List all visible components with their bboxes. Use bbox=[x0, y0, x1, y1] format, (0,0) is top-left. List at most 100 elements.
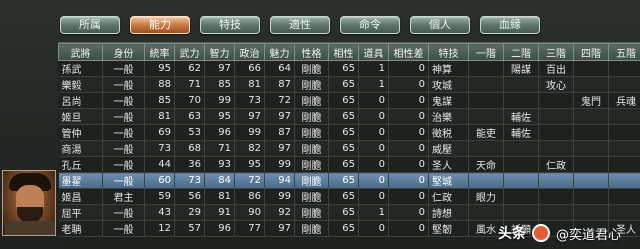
table-row[interactable]: 呂尚一般8570997372剛膽6500鬼謀鬼門兵魂2 bbox=[58, 92, 640, 109]
col-header-skill[interactable]: 特技 bbox=[428, 43, 469, 61]
cell-level3 bbox=[538, 124, 574, 141]
col-header-trait[interactable]: 性格 bbox=[294, 43, 329, 61]
cell-rank: 一般 bbox=[102, 60, 145, 77]
cell-rank: 一般 bbox=[102, 204, 145, 221]
cell-level5 bbox=[608, 188, 640, 205]
table-row[interactable]: 姬旦一般8163959797剛膽6500治樂輔佐5 bbox=[58, 108, 640, 125]
cell-item: 1 bbox=[358, 76, 389, 93]
table-row[interactable]: 姬昌 君主 59 56 81 86 99 剛膽 65 0 0 仁政 眼力 bbox=[58, 188, 640, 205]
table-row[interactable]: 商湯一般7368718297剛膽6500威壓3 bbox=[58, 140, 640, 157]
tab-affiliation[interactable]: 所属 bbox=[60, 16, 120, 34]
cell-charisma: 94 bbox=[264, 172, 295, 189]
cell-charisma: 97 bbox=[264, 220, 295, 237]
cell-level4: 鬼門 bbox=[573, 92, 609, 109]
cell-level4 bbox=[573, 60, 609, 77]
cell-politics: 72 bbox=[234, 172, 265, 189]
cell-level5: 兵魂 bbox=[608, 92, 640, 109]
cell-level3 bbox=[538, 92, 574, 109]
tab-special-skill[interactable]: 特技 bbox=[200, 16, 260, 34]
cell-item: 1 bbox=[358, 60, 389, 77]
watermark-logo-icon bbox=[532, 224, 550, 242]
cell-affinity: 65 bbox=[328, 60, 359, 77]
cell-level2 bbox=[503, 204, 539, 221]
col-header-affinity[interactable]: 相性 bbox=[328, 43, 359, 61]
col-header-intelligence[interactable]: 智力 bbox=[204, 43, 235, 61]
col-header-level4[interactable]: 四階 bbox=[573, 43, 609, 61]
cell-trait: 剛膽 bbox=[294, 92, 329, 109]
cell-level3 bbox=[538, 188, 574, 205]
cell-leadership: 60 bbox=[144, 172, 175, 189]
col-header-item[interactable]: 道具 bbox=[358, 43, 389, 61]
cell-skill: 威壓 bbox=[428, 140, 469, 157]
tab-command[interactable]: 命令 bbox=[340, 16, 400, 34]
cell-level3: 仁政 bbox=[538, 156, 574, 173]
cell-trait: 剛膽 bbox=[294, 188, 329, 205]
col-header-war[interactable]: 武力 bbox=[174, 43, 205, 61]
cell-intelligence: 99 bbox=[204, 92, 235, 109]
cell-level2 bbox=[503, 188, 539, 205]
cell-politics: 90 bbox=[234, 204, 265, 221]
cell-rank: 一般 bbox=[102, 76, 145, 93]
cell-name: 老聃 bbox=[58, 220, 103, 237]
table-row[interactable]: 管仲一般6953969987剛膽6500徵税能吏輔佐3 bbox=[58, 124, 640, 141]
cell-skill: 堅韌 bbox=[428, 220, 469, 237]
cell-charisma: 64 bbox=[264, 60, 295, 77]
cell-affinity-diff: 0 bbox=[388, 172, 429, 189]
cell-trait: 剛膽 bbox=[294, 156, 329, 173]
cell-skill: 仁政 bbox=[428, 188, 469, 205]
cell-intelligence: 91 bbox=[204, 204, 235, 221]
cell-war: 70 bbox=[174, 92, 205, 109]
table-row[interactable]: 樂毅一般8871858187剛膽6510攻城攻心11 bbox=[58, 76, 640, 93]
cell-charisma: 87 bbox=[264, 124, 295, 141]
table-row[interactable]: 屈平一般4329919092剛膽6510詩想3 bbox=[58, 204, 640, 221]
cell-level2 bbox=[503, 172, 539, 189]
col-header-level1[interactable]: 一階 bbox=[468, 43, 504, 61]
cell-intelligence: 81 bbox=[204, 188, 235, 205]
tab-personal[interactable]: 個人 bbox=[410, 16, 470, 34]
cell-war: 56 bbox=[174, 188, 205, 205]
cell-intelligence: 95 bbox=[204, 108, 235, 125]
cell-rank: 一般 bbox=[102, 172, 145, 189]
table-row[interactable]: 墨翟一般6073847294剛膽6500堅城4 bbox=[58, 172, 640, 189]
cell-trait: 剛膽 bbox=[294, 204, 329, 221]
cell-charisma: 97 bbox=[264, 108, 295, 125]
cell-affinity-diff: 0 bbox=[388, 156, 429, 173]
cell-charisma: 72 bbox=[264, 92, 295, 109]
cell-trait: 剛膽 bbox=[294, 124, 329, 141]
cell-leadership: 73 bbox=[144, 140, 175, 157]
tab-kinship[interactable]: 血縁 bbox=[480, 16, 540, 34]
cell-politics: 82 bbox=[234, 140, 265, 157]
officer-table: 武將 身份 統率 武力 智力 政治 魅力 性格 相性 道具 相性差 特技 一階 … bbox=[58, 43, 640, 237]
cell-charisma: 97 bbox=[264, 140, 295, 157]
col-header-rank[interactable]: 身份 bbox=[102, 43, 145, 61]
cell-skill: 攻城 bbox=[428, 76, 469, 93]
cell-level5 bbox=[608, 140, 640, 157]
cell-level3 bbox=[538, 204, 574, 221]
cell-level4 bbox=[573, 188, 609, 205]
tab-ability[interactable]: 能力 bbox=[130, 16, 190, 34]
col-header-level3[interactable]: 三階 bbox=[538, 43, 574, 61]
table-row[interactable]: 孫武一般9562976664剛膽6510神算陽謀百出7 bbox=[58, 60, 640, 77]
cell-affinity-diff: 0 bbox=[388, 140, 429, 157]
col-header-charisma[interactable]: 魅力 bbox=[264, 43, 295, 61]
cell-war: 62 bbox=[174, 60, 205, 77]
col-header-level5[interactable]: 五階 bbox=[608, 43, 640, 61]
col-header-politics[interactable]: 政治 bbox=[234, 43, 265, 61]
cell-skill: 圣人 bbox=[428, 156, 469, 173]
tab-aptitude[interactable]: 適性 bbox=[270, 16, 330, 34]
cell-level1: 眼力 bbox=[468, 188, 504, 205]
cell-rank: 一般 bbox=[102, 92, 145, 109]
cell-affinity-diff: 0 bbox=[388, 60, 429, 77]
col-header-affinity-diff[interactable]: 相性差 bbox=[388, 43, 429, 61]
cell-politics: 81 bbox=[234, 76, 265, 93]
col-header-leadership[interactable]: 統率 bbox=[144, 43, 175, 61]
col-header-level2[interactable]: 二階 bbox=[503, 43, 539, 61]
officer-list-panel: 武將 身份 統率 武力 智力 政治 魅力 性格 相性 道具 相性差 特技 一階 … bbox=[58, 42, 640, 249]
cell-war: 71 bbox=[174, 76, 205, 93]
cell-name: 孔丘 bbox=[58, 156, 103, 173]
col-header-name[interactable]: 武將 bbox=[58, 43, 103, 61]
table-row[interactable]: 孔丘一般4436939599剛膽6500圣人天命仁政3 bbox=[58, 156, 640, 173]
cell-trait: 剛膽 bbox=[294, 220, 329, 237]
cell-level1 bbox=[468, 204, 504, 221]
cell-level4 bbox=[573, 124, 609, 141]
